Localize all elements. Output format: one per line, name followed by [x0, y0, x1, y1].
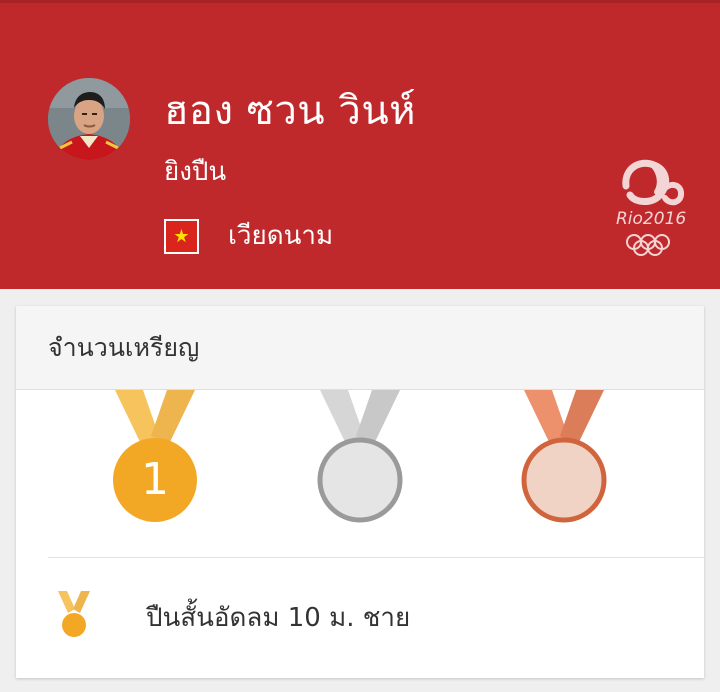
header-top-border: [0, 0, 720, 3]
silver-medal: [312, 390, 408, 528]
athlete-country: เวียดนาม: [228, 221, 334, 251]
rio-logo-text: Rio2016: [616, 209, 686, 229]
medal-count-title: จำนวนเหรียญ: [48, 333, 200, 362]
medal-count-card: จำนวนเหรียญ 1 ปืนสั้นอัดลม 10 ม. ชาย: [16, 306, 704, 678]
gold-medal-small-icon: [56, 591, 92, 641]
bronze-medal-count: [524, 440, 604, 520]
event-name: ปืนสั้นอัดลม 10 ม. ชาย: [146, 603, 411, 633]
silver-medal-count: [320, 440, 400, 520]
rio-2016-logo-icon: Rio2016: [612, 158, 694, 258]
athlete-sport: ยิงปืน: [164, 157, 227, 187]
card-header: จำนวนเหรียญ: [16, 306, 704, 390]
athlete-avatar: [48, 78, 130, 160]
flag-star-icon: ★: [173, 225, 190, 247]
vietnam-flag-icon: ★: [164, 219, 199, 254]
gold-medal: 1: [107, 390, 203, 528]
bronze-medal: [516, 390, 612, 528]
athlete-name: ฮอง ซวน วินห์: [164, 88, 417, 134]
athlete-header: ฮอง ซวน วินห์ ยิงปืน ★ เวียดนาม Rio2016: [0, 0, 720, 289]
athlete-photo-icon: [48, 78, 130, 160]
gold-medal-count: 1: [141, 454, 169, 505]
event-row: ปืนสั้นอัดลม 10 ม. ชาย: [16, 558, 704, 678]
